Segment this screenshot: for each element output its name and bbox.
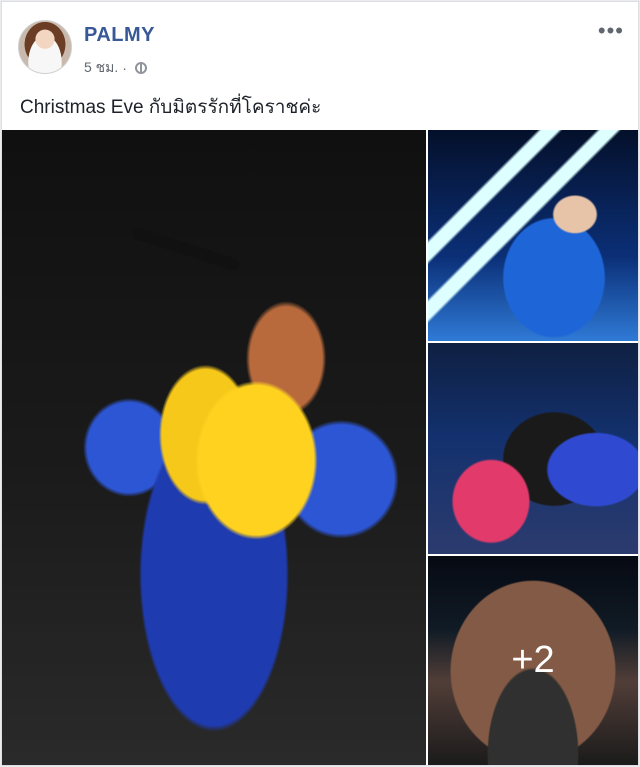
post-meta: 5 ชม. ·: [84, 57, 147, 79]
post-card: PALMY 5 ชม. · ••• Christmas Eve กับมิตรร…: [1, 1, 639, 766]
photo-grid: +2: [2, 130, 638, 765]
main-photo[interactable]: [2, 130, 426, 765]
more-photos-overlay[interactable]: +2: [428, 556, 638, 765]
more-photos-count: +2: [511, 639, 555, 681]
author-name[interactable]: PALMY: [84, 24, 155, 47]
post-caption: Christmas Eve กับมิตรรักที่โคราชค่ะ: [20, 97, 322, 118]
photo-thumbnail-3[interactable]: +2: [428, 556, 638, 765]
microphone-shape: [130, 225, 242, 273]
photo-thumbnail-1[interactable]: [428, 130, 638, 341]
globe-icon: [134, 62, 147, 74]
separator-dot: ·: [122, 60, 127, 76]
timestamp[interactable]: 5 ชม.: [84, 57, 118, 79]
photo-thumbnail-2[interactable]: [428, 343, 638, 554]
ellipsis-icon[interactable]: •••: [598, 18, 624, 44]
profile-avatar[interactable]: [18, 20, 72, 74]
post-header: PALMY 5 ชม. · ••• Christmas Eve กับมิตรร…: [2, 2, 638, 130]
